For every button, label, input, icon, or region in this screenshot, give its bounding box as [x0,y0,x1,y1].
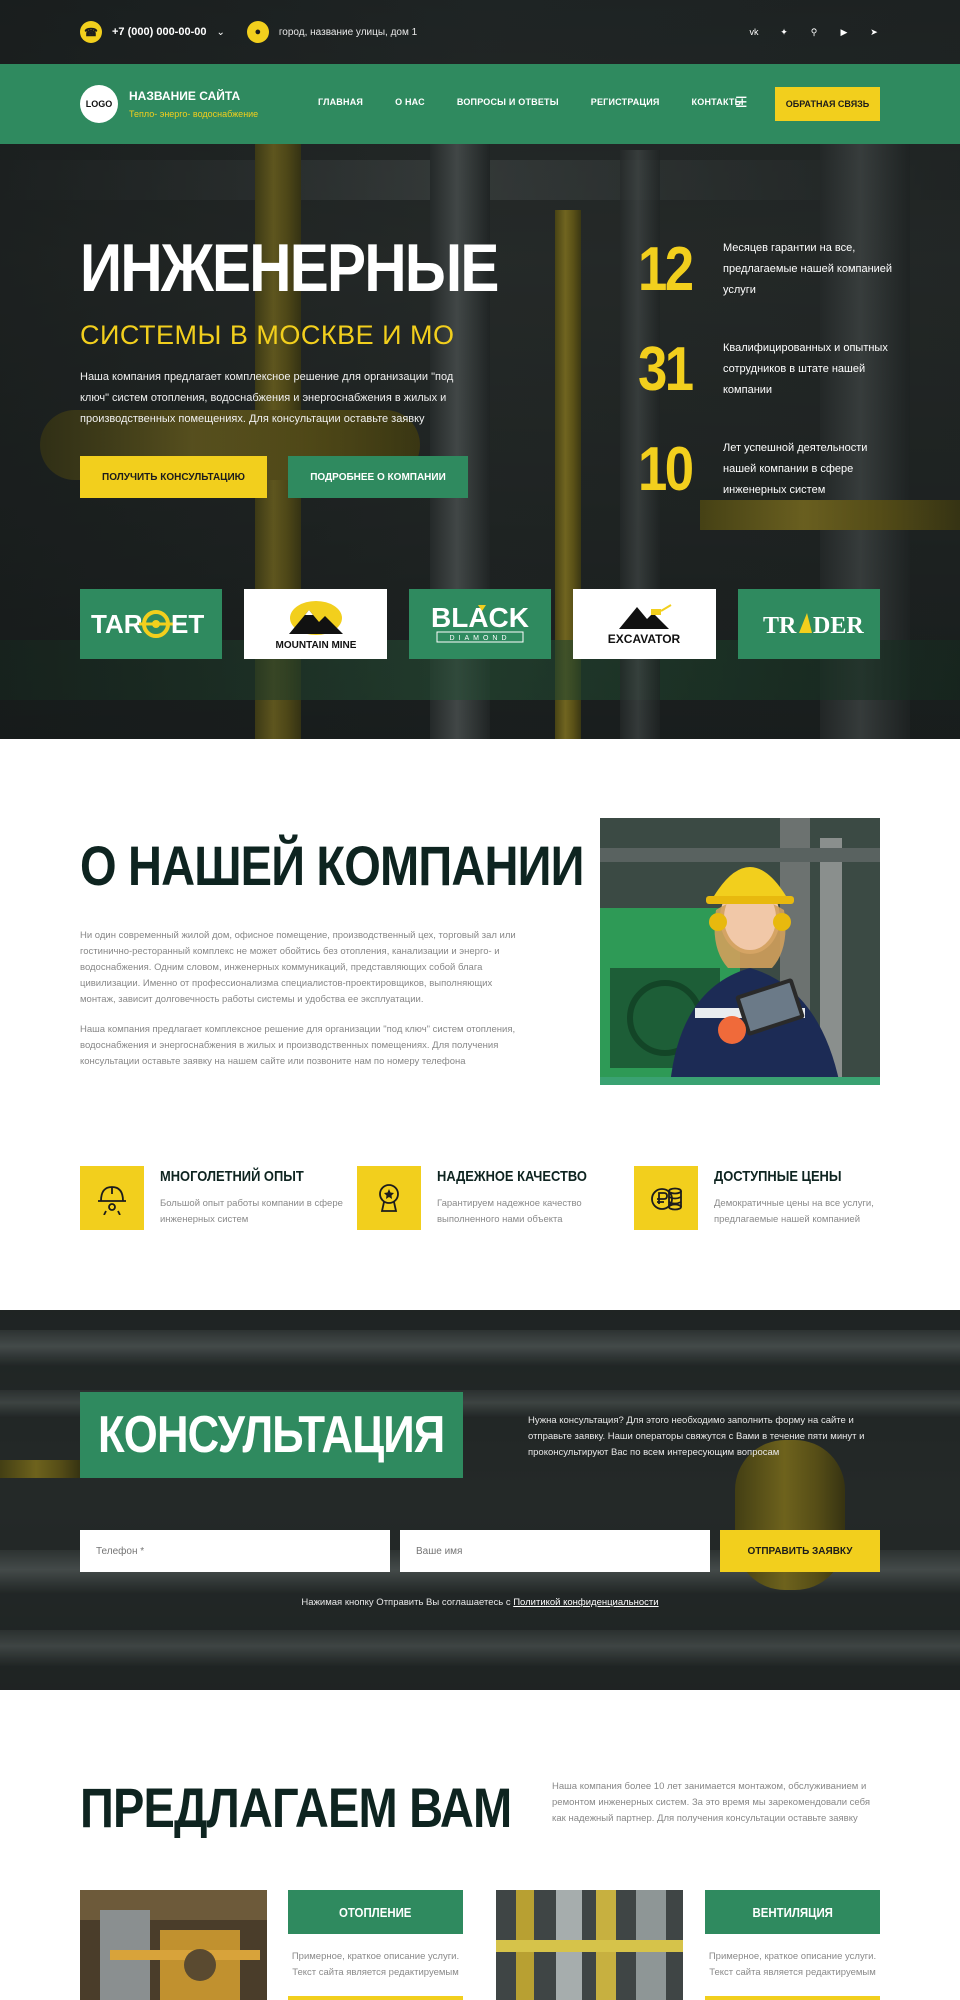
stat-number: 10 [638,435,694,504]
partner-logos: TAR ET MOUNTAIN MINE BLACK DIAMOND EXCAV… [80,589,881,659]
phone-input[interactable] [80,1530,390,1572]
stat-text: Месяцев гарантии на все, предлагаемые на… [723,242,893,296]
brand-logo-mountain-mine[interactable]: MOUNTAIN MINE [244,589,387,659]
send-request-button[interactable]: ОТПРАВИТЬ ЗАЯВКУ [720,1530,880,1572]
chevron-down-icon[interactable]: ⌄ [216,27,224,38]
service-desc-heating: Примерное, краткое описание услуги. Текс… [291,1951,460,1978]
name-input[interactable] [400,1530,710,1572]
service-title-text: ВЕНТИЛЯЦИЯ [752,1904,833,1920]
nav-item-registration[interactable]: РЕГИСТРАЦИЯ [591,97,660,107]
brand-logo-target[interactable]: TAR ET [80,589,223,659]
feature-experience: МНОГОЛЕТНИЙ ОПЫТ Большой опыт работы ком… [80,1166,350,1232]
engineer-photo [600,818,880,1085]
brand-text-target-1: TAR [91,609,143,639]
site-name[interactable]: НАЗВАНИЕ САЙТА [129,89,240,103]
site-tagline: Тепло- энерго- водоснабжение [129,109,259,119]
feature-text: Гарантируем надежное качество выполненно… [437,1198,582,1225]
service-title-ventilation[interactable]: ВЕНТИЛЯЦИЯ [705,1890,880,1934]
address: город, название улицы, дом 1 [278,26,418,38]
hero-text: Наша компания предлагает комплексное реш… [80,371,454,425]
feature-text: Демократичные цены на все услуги, предла… [714,1198,874,1225]
stat-text: Квалифицированных и опытных сотрудников … [723,342,888,396]
feature-text: Большой опыт работы компании в сфере инж… [160,1198,343,1225]
stat-number: 12 [638,235,694,304]
privacy-agreement-text: Нажимая кнопку Отправить Вы соглашаетесь… [301,1597,514,1608]
award-icon [357,1166,421,1230]
service-desc-ventilation: Примерное, краткое описание услуги. Текс… [708,1951,877,1978]
stat-employees: 31 Квалифицированных и опытных сотрудник… [638,338,888,428]
brand-text-trader-2: DER [813,613,864,639]
feature-quality: НАДЕЖНОЕ КАЧЕСТВО Гарантируем надежное к… [357,1166,627,1232]
privacy-policy-link[interactable]: Политикой конфиденциальности [513,1597,658,1608]
offer-title: ПРЕДЛАГАЕМ ВАМ [80,1776,512,1839]
brand-text: MOUNTAIN MINE [275,640,356,651]
stat-text: Лет успешной деятельности нашей компании… [723,442,868,496]
nav-item-about[interactable]: О НАС [395,97,425,107]
hero-title: ИНЖЕНЕРНЫЕ [80,230,499,306]
service-title-heating[interactable]: ОТОПЛЕНИЕ [288,1890,463,1934]
brand-text-target-2: ET [171,609,204,639]
feature-title: ДОСТУПНЫЕ ЦЕНЫ [714,1168,842,1185]
telegram-icon[interactable]: ➤ [868,27,880,38]
site-logo[interactable]: LOGO [80,85,118,123]
about-text-2: Наша компания предлагает комплексное реш… [80,1024,516,1067]
vk-icon[interactable]: vk [748,27,760,38]
offer-text: Наша компания более 10 лет занимается мо… [552,1781,870,1824]
brand-text: EXCAVATOR [608,632,681,646]
brand-logo-black-diamond[interactable]: BLACK DIAMOND [408,589,552,659]
heating-service-photo [80,1890,267,2000]
brand-text: DIAMOND [449,635,510,642]
feature-title: НАДЕЖНОЕ КАЧЕСТВО [437,1168,587,1185]
main-navbar: LOGO НАЗВАНИЕ САЙТА Тепло- энерго- водос… [0,64,960,144]
about-text-1: Ни один современный жилой дом, офисное п… [80,930,516,1005]
brand-logo-trader[interactable]: TR DER [737,589,881,659]
nav-item-faq[interactable]: ВОПРОСЫ И ОТВЕТЫ [457,97,559,107]
youtube-icon[interactable]: ▶ [838,27,850,38]
consultation-title: КОНСУЛЬТАЦИЯ [98,1406,445,1464]
service-title-text: ОТОПЛЕНИЕ [339,1904,412,1920]
get-consultation-button[interactable]: ПОЛУЧИТЬ КОНСУЛЬТАЦИЮ [80,456,267,498]
callback-button[interactable]: ОБРАТНАЯ СВЯЗЬ [775,87,880,121]
stat-number: 31 [638,335,694,404]
hero-subtitle: СИСТЕМЫ В МОСКВЕ И МО [80,320,455,350]
location-pin-icon: ● [246,21,269,43]
hamburger-menu-icon[interactable]: ☰ [735,94,748,111]
consultation-text: Нужна консультация? Для этого необходимо… [528,1415,865,1458]
stat-years: 10 Лет успешной деятельности нашей компа… [638,438,888,528]
phone-icon: ☎ [80,21,102,43]
phone-number[interactable]: +7 (000) 000-00-00 [112,26,206,38]
about-company-button[interactable]: ПОДРОБНЕЕ О КОМПАНИИ [288,456,468,498]
odnoklassniki-icon[interactable]: ⚲ [808,27,820,38]
nav-item-home[interactable]: ГЛАВНАЯ [318,97,363,107]
photo-accent-strip [600,1077,880,1085]
top-bar: ☎ +7 (000) 000-00-00 ⌄ ● город, название… [80,18,880,46]
feature-prices: ДОСТУПНЫЕ ЦЕНЫ Демократичные цены на все… [634,1166,904,1232]
about-title: О НАШЕЙ КОМПАНИИ [80,834,584,897]
twitter-icon[interactable]: ✦ [778,27,790,38]
service-accent-bar [288,1996,463,2000]
service-accent-bar [705,1996,880,2000]
consultation-background [0,1310,960,1690]
consultation-title-box: КОНСУЛЬТАЦИЯ [80,1392,463,1478]
nav-menu: ГЛАВНАЯ О НАС ВОПРОСЫ И ОТВЕТЫ РЕГИСТРАЦ… [318,97,776,107]
feature-title: МНОГОЛЕТНИЙ ОПЫТ [160,1168,304,1185]
stat-warranty: 12 Месяцев гарантии на все, предлагаемые… [638,235,892,328]
ventilation-service-photo [496,1890,683,2000]
ruble-coins-icon [634,1166,698,1230]
privacy-agreement: Нажимая кнопку Отправить Вы соглашаетесь… [0,1597,960,1608]
worker-helmet-icon [80,1166,144,1230]
brand-logo-excavator[interactable]: EXCAVATOR [573,589,716,659]
brand-text-trader-1: TR [763,613,797,639]
